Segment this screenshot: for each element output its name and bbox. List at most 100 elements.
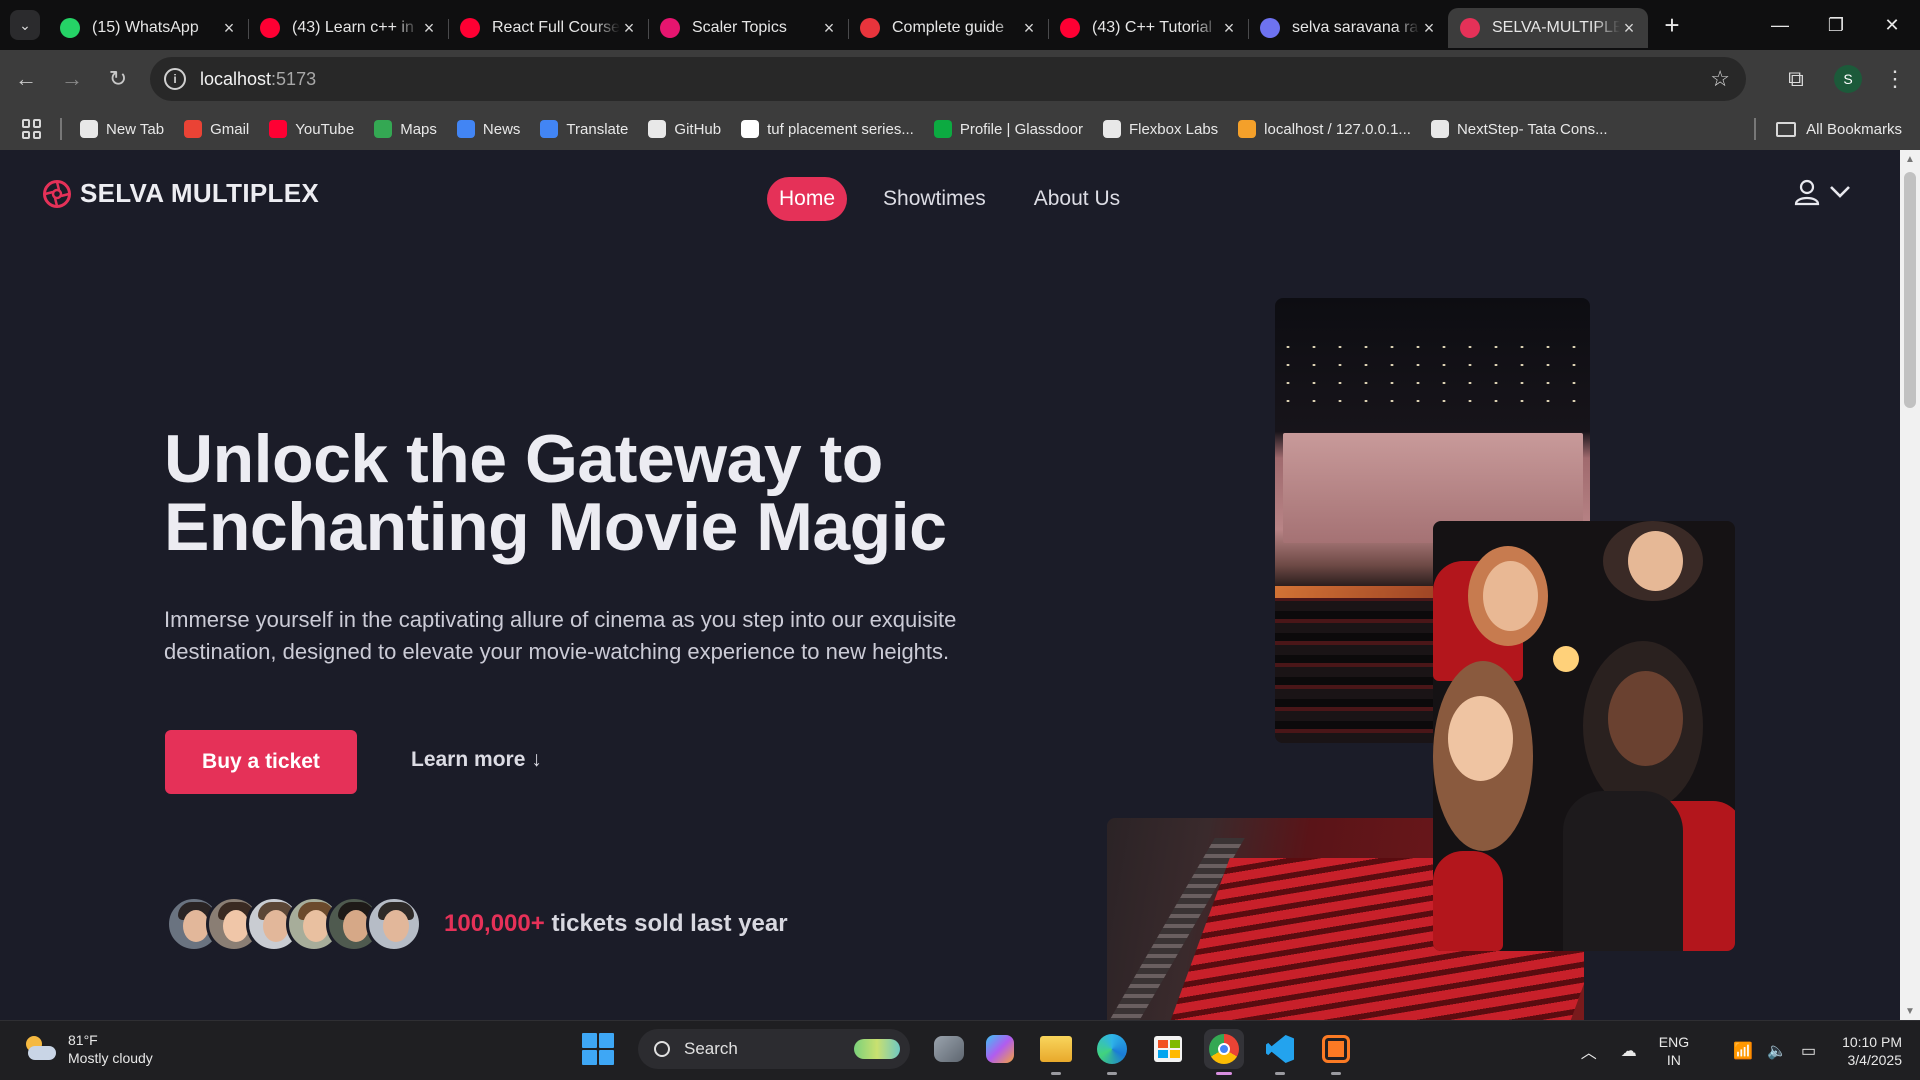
start-button[interactable] bbox=[582, 1033, 614, 1065]
extensions-icon[interactable]: ⧉ bbox=[1776, 59, 1816, 99]
onedrive-icon[interactable]: ☁ bbox=[1621, 1041, 1637, 1061]
user-menu[interactable] bbox=[1793, 178, 1853, 206]
site-info-icon[interactable]: i bbox=[164, 68, 186, 90]
site-logo[interactable]: SELVA MULTIPLEX bbox=[42, 178, 319, 209]
bookmarks-divider bbox=[60, 118, 62, 140]
github-icon bbox=[648, 120, 667, 138]
close-window-button[interactable]: ✕ bbox=[1864, 0, 1920, 50]
bookmark-label: New Tab bbox=[106, 120, 165, 138]
glassdoor-icon bbox=[933, 120, 952, 138]
quick-settings[interactable]: 📶 🔈 ▭ bbox=[1719, 1041, 1816, 1061]
weather-desc: Mostly cloudy bbox=[68, 1050, 153, 1066]
close-tab-icon[interactable]: × bbox=[1420, 18, 1438, 39]
weather-widget[interactable]: 81°F Mostly cloudy bbox=[22, 1031, 153, 1067]
bookmark-item[interactable]: localhost / 127.0.0.1... bbox=[1238, 120, 1411, 138]
hero-title: Unlock the Gateway to Enchanting Movie M… bbox=[164, 421, 947, 565]
news-icon bbox=[456, 120, 475, 138]
all-bookmarks-button[interactable]: All Bookmarks bbox=[1754, 108, 1902, 150]
youtube-icon bbox=[269, 120, 288, 138]
close-tab-icon[interactable]: × bbox=[1620, 18, 1638, 39]
edge-icon[interactable] bbox=[1092, 1029, 1132, 1075]
bookmark-item[interactable]: Translate bbox=[540, 120, 628, 138]
tab-title: (43) C++ Tutorial bbox=[1092, 19, 1213, 36]
brand-name: SELVA MULTIPLEX bbox=[80, 178, 319, 208]
bookmark-item[interactable]: Maps bbox=[374, 120, 437, 138]
partly-cloudy-icon bbox=[22, 1034, 56, 1064]
site-logo-icon bbox=[1460, 18, 1480, 38]
scroll-down-arrow[interactable]: ▼ bbox=[1900, 1002, 1920, 1020]
bookmark-item[interactable]: NextStep- Tata Cons... bbox=[1430, 120, 1608, 138]
tickets-sold-stat: 100,000+ tickets sold last year bbox=[444, 910, 788, 938]
bookmark-label: localhost / 127.0.0.1... bbox=[1264, 120, 1411, 138]
bookmark-label: GitHub bbox=[674, 120, 722, 138]
reload-button[interactable]: ↻ bbox=[98, 59, 138, 99]
profile-avatar[interactable]: S bbox=[1834, 65, 1862, 93]
nav-link[interactable]: Showtimes bbox=[871, 177, 998, 221]
copilot-icon[interactable] bbox=[980, 1029, 1020, 1069]
window-controls: — ❐ ✕ bbox=[1752, 0, 1920, 50]
taskbar-search[interactable]: Search bbox=[638, 1029, 910, 1069]
bookmark-item[interactable]: Profile | Glassdoor bbox=[933, 120, 1083, 138]
avatar bbox=[366, 896, 422, 952]
new-tab-button[interactable]: + bbox=[1654, 7, 1690, 43]
chrome-icon[interactable] bbox=[1204, 1029, 1244, 1075]
laughing-audience-photo bbox=[1433, 521, 1735, 951]
minimize-button[interactable]: — bbox=[1752, 0, 1808, 50]
learn-more-link[interactable]: Learn more ↓ bbox=[411, 748, 542, 772]
tab-search-button[interactable]: ⌄ bbox=[10, 10, 40, 40]
vscode-icon[interactable] bbox=[1260, 1029, 1300, 1075]
task-view-icon[interactable] bbox=[934, 1036, 964, 1062]
all-bookmarks-label: All Bookmarks bbox=[1806, 120, 1902, 138]
bookmark-item[interactable]: Flexbox Labs bbox=[1102, 120, 1218, 138]
page-viewport: SELVA MULTIPLEX Home Showtimes About Us Un… bbox=[0, 150, 1900, 1020]
browser-tab[interactable]: SELVA-MULTIPLE × bbox=[1448, 8, 1648, 48]
youtube-icon bbox=[1060, 18, 1080, 38]
microsoft-store-icon[interactable] bbox=[1148, 1029, 1188, 1069]
apps-grid-icon[interactable] bbox=[22, 119, 42, 139]
forward-button[interactable]: → bbox=[52, 59, 92, 99]
tab-title: React Full Course bbox=[492, 19, 620, 36]
bookmark-item[interactable]: New Tab bbox=[80, 120, 164, 138]
back-button[interactable]: ← bbox=[6, 59, 46, 99]
xampp-icon[interactable] bbox=[1316, 1029, 1356, 1075]
language-indicator[interactable]: ENG IN bbox=[1659, 1033, 1689, 1069]
browser-tab[interactable]: (15) WhatsApp × bbox=[48, 8, 248, 48]
close-tab-icon[interactable]: × bbox=[1220, 18, 1238, 39]
bookmark-item[interactable]: tuf placement series... bbox=[741, 120, 914, 138]
menu-icon[interactable]: ⋮ bbox=[1880, 66, 1910, 92]
close-tab-icon[interactable]: × bbox=[1020, 18, 1038, 39]
phpmyadmin-icon bbox=[1238, 120, 1257, 138]
tab-title: Scaler Topics bbox=[692, 19, 787, 36]
file-explorer-icon[interactable] bbox=[1036, 1029, 1076, 1075]
nav-link[interactable]: Home bbox=[767, 177, 848, 221]
gmail-icon bbox=[184, 120, 203, 138]
bookmark-item[interactable]: Gmail bbox=[184, 120, 249, 138]
chevron-up-icon[interactable]: ︿ bbox=[1581, 1039, 1597, 1063]
browser-tab[interactable]: selva saravana ra × bbox=[1248, 8, 1448, 48]
bookmark-list: New Tab Gmail YouTube Maps News Translate GitH… bbox=[80, 120, 1628, 138]
bookmark-label: Profile | Glassdoor bbox=[959, 120, 1083, 138]
bookmark-item[interactable]: News bbox=[456, 120, 520, 138]
clock[interactable]: 10:10 PM 3/4/2025 bbox=[1842, 1033, 1902, 1069]
nav-link[interactable]: About Us bbox=[1022, 177, 1132, 221]
browser-tab[interactable]: (43) C++ Tutorial × bbox=[1048, 8, 1248, 48]
browser-tab[interactable]: React Full Course × bbox=[448, 8, 648, 48]
close-tab-icon[interactable]: × bbox=[420, 18, 438, 39]
close-tab-icon[interactable]: × bbox=[620, 18, 638, 39]
address-bar[interactable]: i localhost:5173 ☆ bbox=[150, 57, 1746, 101]
bookmark-item[interactable]: GitHub bbox=[648, 120, 721, 138]
bookmark-star-icon[interactable]: ☆ bbox=[1710, 66, 1730, 92]
tickets-sold-number: 100,000+ bbox=[444, 910, 545, 937]
restore-button[interactable]: ❐ bbox=[1808, 0, 1864, 50]
buy-ticket-button[interactable]: Buy a ticket bbox=[165, 730, 357, 794]
page-scrollbar[interactable]: ▲ ▼ bbox=[1900, 150, 1920, 1020]
close-tab-icon[interactable]: × bbox=[220, 18, 238, 39]
browser-tab[interactable]: (43) Learn c++ in × bbox=[248, 8, 448, 48]
scroll-up-arrow[interactable]: ▲ bbox=[1900, 150, 1920, 168]
codechef-icon bbox=[860, 18, 880, 38]
scroll-thumb[interactable] bbox=[1904, 172, 1916, 408]
close-tab-icon[interactable]: × bbox=[820, 18, 838, 39]
bookmark-item[interactable]: YouTube bbox=[269, 120, 354, 138]
browser-tab[interactable]: Scaler Topics × bbox=[648, 8, 848, 48]
browser-tab[interactable]: Complete guide × bbox=[848, 8, 1048, 48]
